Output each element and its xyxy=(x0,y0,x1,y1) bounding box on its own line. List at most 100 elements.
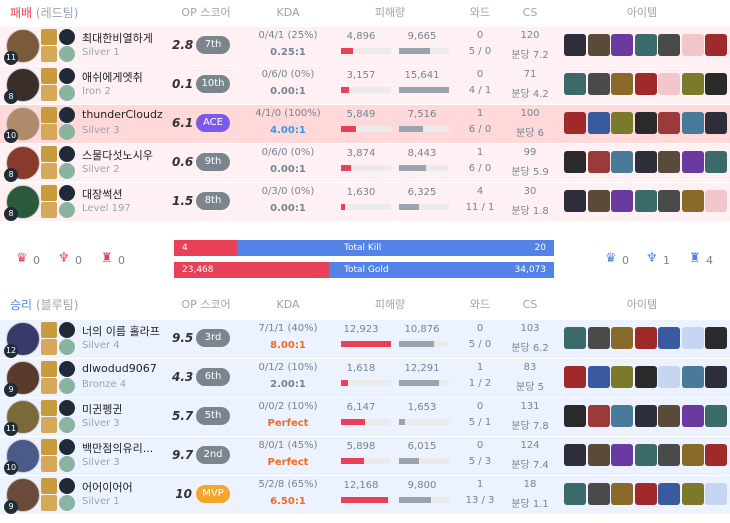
item-icon[interactable] xyxy=(564,327,586,349)
rune-icon[interactable] xyxy=(59,417,75,433)
item-icon[interactable] xyxy=(658,112,680,134)
player-row[interactable]: 8 애쉬에게엣취 Iron 2 0.1 10th 0/6/0 (0%) 0.00:1 3,15… xyxy=(0,66,730,104)
item-icon[interactable] xyxy=(587,327,610,349)
item-icon[interactable] xyxy=(634,366,657,388)
summoner-name[interactable]: 스물다섯노시우 xyxy=(82,147,153,163)
rune-icon[interactable] xyxy=(59,400,75,416)
item-icon[interactable] xyxy=(681,112,704,134)
summoner-spell-icon[interactable] xyxy=(41,146,57,162)
item-icon[interactable] xyxy=(681,151,704,173)
player-row[interactable]: 10 백만점의유리... Silver 3 9.7 2nd 8/0/1 (45%) Perf… xyxy=(0,437,730,475)
summoner-name[interactable]: 어어이어어 xyxy=(82,479,133,495)
rune-icon[interactable] xyxy=(59,124,75,140)
trinket-icon[interactable] xyxy=(705,444,727,466)
rune-icon[interactable] xyxy=(59,29,75,45)
item-icon[interactable] xyxy=(587,483,610,505)
item-icon[interactable] xyxy=(681,444,704,466)
trinket-icon[interactable] xyxy=(705,73,727,95)
item-icon[interactable] xyxy=(587,34,610,56)
rune-icon[interactable] xyxy=(59,146,75,162)
summoner-spell-icon[interactable] xyxy=(41,378,57,394)
item-icon[interactable] xyxy=(564,190,586,212)
item-icon[interactable] xyxy=(564,112,586,134)
item-icon[interactable] xyxy=(634,73,657,95)
rune-icon[interactable] xyxy=(59,339,75,355)
summoner-spell-icon[interactable] xyxy=(41,495,57,511)
summoner-spell-icon[interactable] xyxy=(41,478,57,494)
summoner-spell-icon[interactable] xyxy=(41,107,57,123)
summoner-spell-icon[interactable] xyxy=(41,439,57,455)
item-icon[interactable] xyxy=(634,444,657,466)
item-icon[interactable] xyxy=(587,190,610,212)
summoner-spell-icon[interactable] xyxy=(41,417,57,433)
summoner-spell-icon[interactable] xyxy=(41,68,57,84)
summoner-spell-icon[interactable] xyxy=(41,456,57,472)
summoner-name[interactable]: 애쉬에게엣취 xyxy=(82,69,143,85)
trinket-icon[interactable] xyxy=(705,327,727,349)
summoner-spell-icon[interactable] xyxy=(41,361,57,377)
item-icon[interactable] xyxy=(681,405,704,427)
rune-icon[interactable] xyxy=(59,495,75,511)
player-row[interactable]: 8 대장썩션 Level 197 1.5 8th 0/3/0 (0%) 0.00:1 1,63… xyxy=(0,183,730,221)
player-row[interactable]: 9 dlwodud9067 Bronze 4 4.3 6th 0/1/2 (10%) 2.0… xyxy=(0,359,730,397)
summoner-spell-icon[interactable] xyxy=(41,339,57,355)
summoner-name[interactable]: 백만점의유리... xyxy=(82,440,153,456)
rune-icon[interactable] xyxy=(59,85,75,101)
trinket-icon[interactable] xyxy=(705,112,727,134)
item-icon[interactable] xyxy=(611,327,633,349)
item-icon[interactable] xyxy=(634,151,657,173)
summoner-name[interactable]: 대장썩션 xyxy=(82,186,122,202)
item-icon[interactable] xyxy=(681,73,704,95)
item-icon[interactable] xyxy=(611,34,633,56)
item-icon[interactable] xyxy=(564,73,586,95)
rune-icon[interactable] xyxy=(59,478,75,494)
summoner-name[interactable]: 너의 이름 홀라프 xyxy=(82,323,160,339)
summoner-spell-icon[interactable] xyxy=(41,400,57,416)
item-icon[interactable] xyxy=(658,151,680,173)
rune-icon[interactable] xyxy=(59,439,75,455)
rune-icon[interactable] xyxy=(59,46,75,62)
item-icon[interactable] xyxy=(564,405,586,427)
summoner-name[interactable]: 미귄펭귄 xyxy=(82,401,122,417)
item-icon[interactable] xyxy=(634,190,657,212)
summoner-name[interactable]: dlwodud9067 xyxy=(82,362,157,375)
summoner-name[interactable]: thunderCloudz xyxy=(82,108,163,121)
trinket-icon[interactable] xyxy=(705,151,727,173)
item-icon[interactable] xyxy=(587,73,610,95)
player-row[interactable]: 8 스물다섯노시우 Silver 2 0.6 9th 0/6/0 (0%) 0.00:1 3,… xyxy=(0,144,730,182)
item-icon[interactable] xyxy=(634,483,657,505)
item-icon[interactable] xyxy=(658,405,680,427)
item-icon[interactable] xyxy=(611,366,633,388)
summoner-name[interactable]: 최대한비열하게 xyxy=(82,30,153,46)
summoner-spell-icon[interactable] xyxy=(41,124,57,140)
item-icon[interactable] xyxy=(634,34,657,56)
player-row[interactable]: 12 너의 이름 홀라프 Silver 4 9.5 3rd 7/1/1 (40%) 8.00… xyxy=(0,320,730,358)
item-icon[interactable] xyxy=(681,483,704,505)
rune-icon[interactable] xyxy=(59,361,75,377)
item-icon[interactable] xyxy=(611,73,633,95)
item-icon[interactable] xyxy=(611,444,633,466)
rune-icon[interactable] xyxy=(59,322,75,338)
player-row[interactable]: 9 어어이어어 Silver 1 10 MVP 5/2/8 (65%) 6.50:1 12,1… xyxy=(0,476,730,514)
summoner-spell-icon[interactable] xyxy=(41,29,57,45)
item-icon[interactable] xyxy=(611,190,633,212)
summoner-spell-icon[interactable] xyxy=(41,85,57,101)
summoner-spell-icon[interactable] xyxy=(41,46,57,62)
item-icon[interactable] xyxy=(564,151,586,173)
item-icon[interactable] xyxy=(587,112,610,134)
summoner-spell-icon[interactable] xyxy=(41,185,57,201)
item-icon[interactable] xyxy=(658,483,680,505)
player-row[interactable]: 11 최대한비열하게 Silver 1 2.8 7th 0/4/1 (25%) 0.25:1… xyxy=(0,27,730,65)
item-icon[interactable] xyxy=(611,112,633,134)
item-icon[interactable] xyxy=(634,112,657,134)
player-row[interactable]: 10 thunderCloudz Silver 3 6.1 ACE 4/1/0 (100%… xyxy=(0,105,730,143)
summoner-spell-icon[interactable] xyxy=(41,163,57,179)
item-icon[interactable] xyxy=(564,34,586,56)
item-icon[interactable] xyxy=(587,405,610,427)
item-icon[interactable] xyxy=(681,366,704,388)
item-icon[interactable] xyxy=(611,405,633,427)
summoner-spell-icon[interactable] xyxy=(41,202,57,218)
trinket-icon[interactable] xyxy=(705,34,727,56)
item-icon[interactable] xyxy=(658,327,680,349)
item-icon[interactable] xyxy=(658,444,680,466)
